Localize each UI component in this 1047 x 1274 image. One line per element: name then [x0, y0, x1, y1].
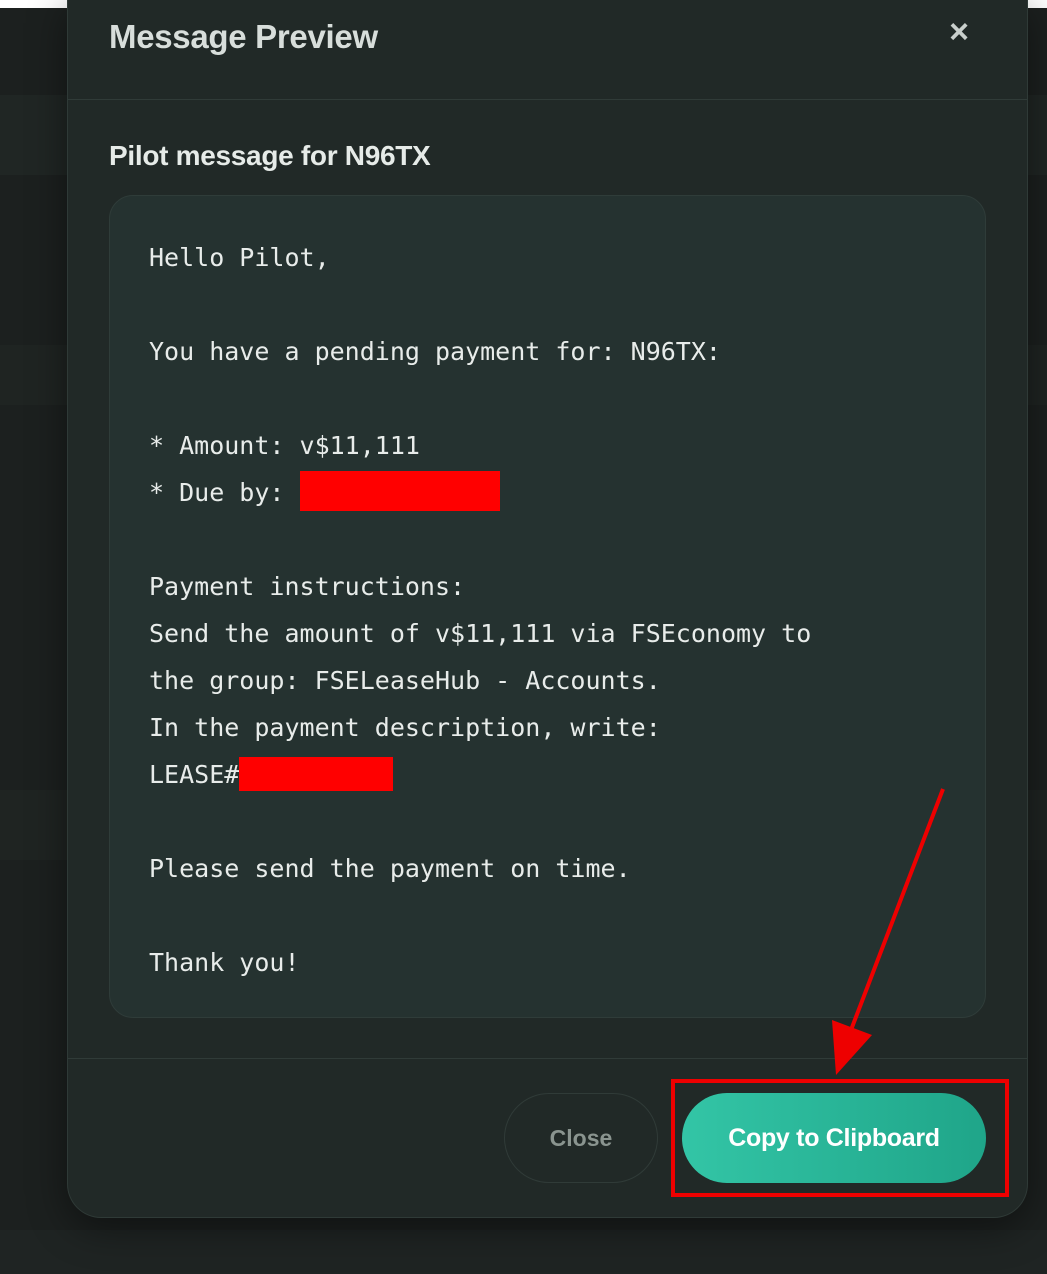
- copy-to-clipboard-button[interactable]: Copy to Clipboard: [682, 1093, 986, 1183]
- modal-header: Message Preview ×: [68, 0, 1027, 100]
- backdrop-row: [0, 1230, 1047, 1274]
- modal-footer-divider: [68, 1058, 1027, 1059]
- message-line: the group: FSELeaseHub - Accounts.: [149, 666, 661, 695]
- message-line: Hello Pilot,: [149, 243, 330, 272]
- modal-title: Message Preview: [109, 18, 378, 55]
- redacted-lease-id: [239, 757, 394, 791]
- message-line: * Amount: v$11,111: [149, 431, 420, 460]
- message-line: LEASE#: [149, 760, 240, 789]
- message-preview-modal: Message Preview × Pilot message for N96T…: [67, 0, 1028, 1218]
- close-icon[interactable]: ×: [941, 14, 977, 50]
- redacted-due-date: [299, 471, 500, 511]
- message-preview-box: Hello Pilot, You have a pending payment …: [109, 195, 986, 1018]
- message-line: In the payment description, write:: [149, 713, 661, 742]
- section-title: Pilot message for N96TX: [109, 140, 431, 171]
- message-line: * Due by:: [149, 478, 300, 507]
- close-button[interactable]: Close: [504, 1093, 658, 1183]
- message-line: Please send the payment on time.: [149, 854, 631, 883]
- message-line: You have a pending payment for: N96TX:: [149, 337, 721, 366]
- message-line: Send the amount of v$11,111 via FSEconom…: [149, 619, 812, 648]
- message-line: Thank you!: [149, 948, 300, 977]
- message-line: Payment instructions:: [149, 572, 466, 601]
- message-text: Hello Pilot, You have a pending payment …: [149, 234, 811, 986]
